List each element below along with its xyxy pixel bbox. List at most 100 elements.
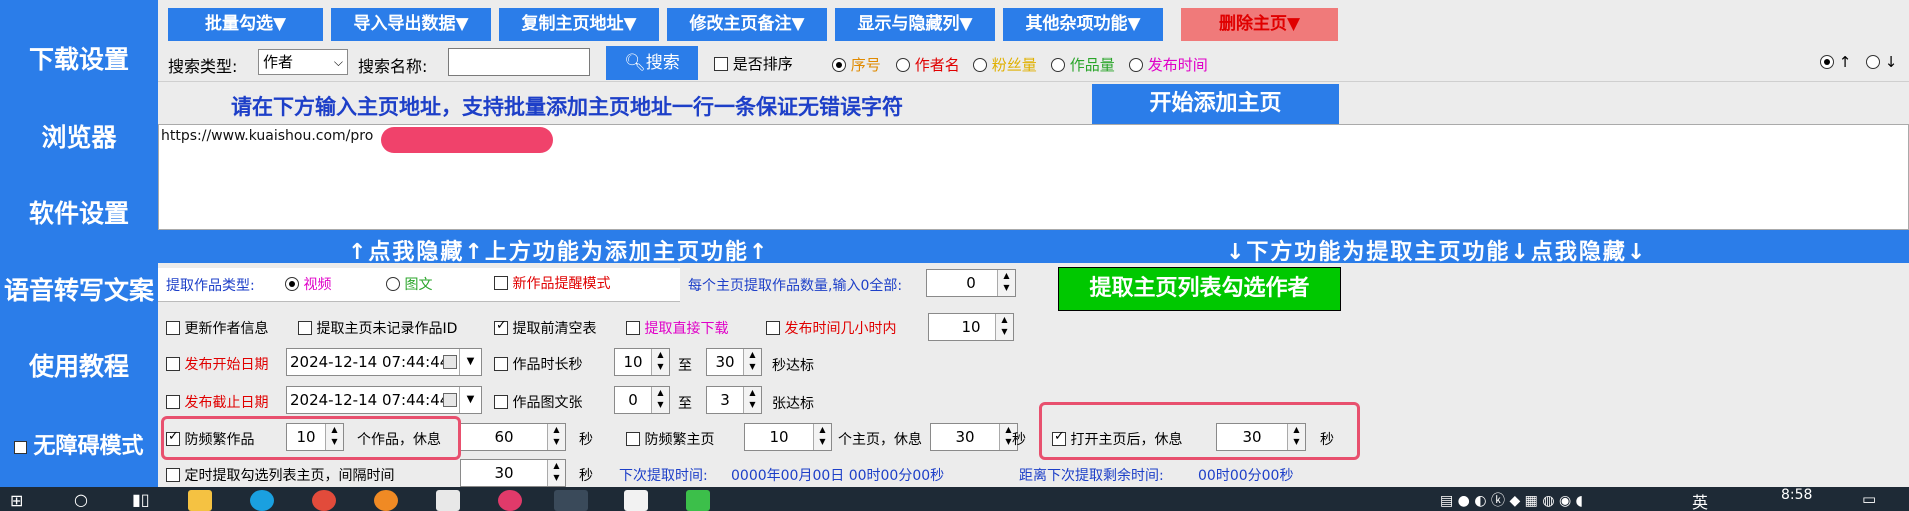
clear-before-toggle[interactable]: 提取前清空表 — [494, 318, 596, 338]
show-hide-columns-button[interactable]: 显示与隐藏列▼ — [835, 8, 995, 41]
copy-homepage-url-button[interactable]: 复制主页地址▼ — [499, 8, 659, 41]
start-add-homepage-button[interactable]: 开始添加主页 — [1092, 84, 1339, 124]
anti-freq-home-toggle[interactable]: 防频繁主页 — [626, 429, 714, 449]
firefox-browser-icon[interactable] — [374, 490, 398, 511]
sidebar-item-tutorial[interactable]: 使用教程 — [0, 347, 158, 383]
duration-max-stepper[interactable]: 30 ▲ ▼ — [706, 348, 762, 376]
sidebar-item-download-settings[interactable]: 下载设置 — [0, 40, 158, 76]
app-icon[interactable] — [498, 490, 522, 511]
sort-option-publish-time[interactable]: 发布时间 — [1129, 54, 1208, 75]
update-author-checkbox[interactable] — [166, 321, 180, 335]
edit-homepage-note-button[interactable]: 修改主页备注▼ — [667, 8, 827, 41]
windows-start-icon[interactable]: ⊞ — [10, 491, 23, 510]
start-date-checkbox[interactable] — [166, 357, 180, 371]
chevron-down-icon[interactable]: ▼ — [459, 387, 481, 413]
extract-type-radio[interactable] — [386, 277, 400, 291]
timed-interval-stepper[interactable]: 30 ▲ ▼ — [460, 459, 566, 487]
chevron-down-icon[interactable]: ▼ — [459, 349, 481, 375]
search-button[interactable]: 🔍︎搜索 — [606, 46, 698, 80]
search-icon[interactable]: ○ — [74, 490, 88, 509]
sort-radio[interactable] — [973, 58, 987, 72]
stepper-arrows-icon[interactable]: ▲ ▼ — [651, 349, 669, 375]
search-type-select[interactable]: 作者 ⌵ — [258, 49, 348, 75]
sort-radio[interactable] — [1129, 58, 1143, 72]
sort-option-works[interactable]: 作品量 — [1051, 54, 1115, 75]
edge-browser-icon[interactable] — [250, 490, 274, 511]
accessible-mode-checkbox[interactable] — [14, 440, 28, 454]
stepper-arrows-icon[interactable]: ▲ ▼ — [743, 349, 761, 375]
order-radio[interactable] — [1866, 55, 1880, 69]
per-home-count-stepper[interactable]: 0 ▲ ▼ — [926, 269, 1016, 297]
qq-icon[interactable] — [624, 490, 648, 511]
home-count-stepper[interactable]: 10 ▲ ▼ — [744, 423, 832, 451]
order-ascending[interactable]: ↑ — [1820, 53, 1851, 71]
end-date-checkbox[interactable] — [166, 395, 180, 409]
chrome-browser-icon[interactable] — [312, 490, 336, 511]
misc-functions-button[interactable]: 其他杂项功能▼ — [1003, 8, 1163, 41]
batch-select-button[interactable]: 批量勾选▼ — [168, 8, 323, 41]
clear-before-checkbox[interactable] — [494, 318, 508, 335]
order-descending[interactable]: ↓ — [1866, 53, 1897, 71]
sort-toggle[interactable]: 是否排序 — [714, 53, 793, 74]
sidebar-item-browser[interactable]: 浏览器 — [0, 118, 158, 154]
image-min-stepper[interactable]: 0 ▲ ▼ — [614, 386, 670, 414]
notification-icon[interactable]: ▭ — [1862, 490, 1876, 508]
works-rest-stepper[interactable]: 60 ▲ ▼ — [460, 423, 566, 451]
image-max-stepper[interactable]: 3 ▲ ▼ — [706, 386, 762, 414]
clock-time[interactable]: 8:58 — [1781, 487, 1812, 503]
stepper-arrows-icon[interactable]: ▲ ▼ — [547, 424, 565, 450]
calendar-icon[interactable] — [443, 355, 457, 369]
timed-extract-toggle[interactable]: 定时提取勾选列表主页，间隔时间 — [166, 465, 394, 485]
duration-min-stepper[interactable]: 10 ▲ ▼ — [614, 348, 670, 376]
extract-type-radio[interactable] — [285, 277, 299, 291]
sort-checkbox[interactable] — [714, 57, 728, 71]
direct-download-checkbox[interactable] — [626, 321, 640, 335]
extract-type-video[interactable]: 视频 — [285, 274, 331, 294]
extract-selected-authors-button[interactable]: 提取主页列表勾选作者 — [1058, 267, 1341, 311]
task-view-icon[interactable]: ▮▯ — [132, 490, 150, 509]
home-rest-stepper[interactable]: 30 ▲ ▼ — [930, 423, 1018, 451]
order-radio[interactable] — [1820, 55, 1834, 69]
ime-indicator[interactable]: 英 — [1692, 489, 1708, 511]
stepper-arrows-icon[interactable]: ▲ ▼ — [995, 314, 1013, 340]
start-date-toggle[interactable]: 发布开始日期 — [166, 354, 268, 374]
anti-freq-home-checkbox[interactable] — [626, 432, 640, 446]
hide-add-section-toggle[interactable]: ↑点我隐藏↑上方功能为添加主页功能↑ — [348, 234, 769, 266]
direct-download-toggle[interactable]: 提取直接下载 — [626, 318, 728, 338]
image-count-checkbox[interactable] — [494, 395, 508, 409]
sidebar-item-software-settings[interactable]: 软件设置 — [0, 194, 158, 230]
tray-icons[interactable]: ▤ ● ◐ ⓚ ◆ ▦ ◍ ◉ ◖ — [1440, 490, 1583, 510]
within-hours-checkbox[interactable] — [766, 321, 780, 335]
stepper-arrows-icon[interactable]: ▲ ▼ — [547, 460, 565, 486]
app-icon[interactable] — [686, 490, 710, 511]
stepper-arrows-icon[interactable]: ▲ ▼ — [743, 387, 761, 413]
duration-checkbox[interactable] — [494, 357, 508, 371]
calendar-icon[interactable] — [443, 393, 457, 407]
homepage-url-textarea[interactable]: https://www.kuaishou.com/pro — [158, 124, 1909, 230]
stepper-arrows-icon[interactable]: ▲ ▼ — [651, 387, 669, 413]
duration-toggle[interactable]: 作品时长秒 — [494, 354, 582, 374]
search-name-input[interactable] — [448, 48, 590, 76]
sidebar-item-speech-to-text[interactable]: 语音转写文案 — [0, 271, 158, 307]
timed-extract-checkbox[interactable] — [166, 468, 180, 482]
end-date-toggle[interactable]: 发布截止日期 — [166, 392, 268, 412]
sort-radio[interactable] — [1051, 58, 1065, 72]
new-work-alert-toggle[interactable]: 新作品提醒模式 — [494, 273, 610, 293]
sort-radio[interactable] — [832, 58, 846, 72]
end-date-picker[interactable]: 2024-12-14 07:44:44 ▼ — [286, 386, 482, 414]
sort-option-fans[interactable]: 粉丝量 — [973, 54, 1037, 75]
image-count-toggle[interactable]: 作品图文张 — [494, 392, 582, 412]
within-hours-toggle[interactable]: 发布时间几小时内 — [766, 318, 896, 338]
within-hours-stepper[interactable]: 10 ▲ ▼ — [928, 313, 1014, 341]
update-author-toggle[interactable]: 更新作者信息 — [166, 318, 268, 338]
accessible-mode-toggle[interactable]: 无障碍模式 — [0, 428, 158, 460]
import-export-button[interactable]: 导入导出数据▼ — [331, 8, 491, 41]
new-work-alert-checkbox[interactable] — [494, 276, 508, 290]
sort-option-author[interactable]: 作者名 — [896, 54, 960, 75]
delete-homepage-button[interactable]: 删除主页▼ — [1181, 8, 1338, 41]
sort-radio[interactable] — [896, 58, 910, 72]
text-editor-icon[interactable] — [436, 490, 460, 511]
unrecorded-id-toggle[interactable]: 提取主页未记录作品ID — [298, 318, 457, 338]
file-explorer-icon[interactable] — [188, 490, 212, 511]
stepper-arrows-icon[interactable]: ▲ ▼ — [997, 270, 1015, 296]
